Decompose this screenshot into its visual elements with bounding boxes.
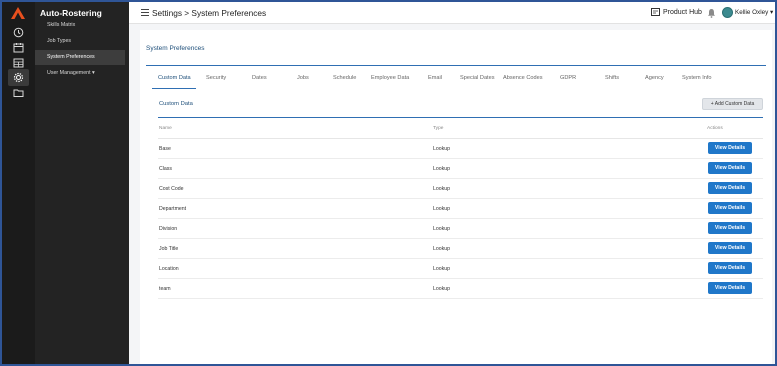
row-type: Lookup [433, 146, 451, 152]
row-name: Division [159, 226, 178, 232]
view-details-button[interactable]: View Details [708, 142, 752, 154]
tab-schedule[interactable]: Schedule [333, 75, 356, 81]
title-divider [146, 65, 766, 66]
tab-absence-codes[interactable]: Absence Codes [503, 75, 543, 81]
row-name: Department [159, 206, 187, 212]
column-header-name: Name [159, 126, 172, 131]
avatar[interactable] [722, 7, 733, 18]
preferences-card: System Preferences Custom Data Security … [140, 30, 772, 364]
table-row: team Lookup View Details [158, 279, 763, 299]
row-name: Job Title [159, 246, 179, 252]
calendar-grid-icon[interactable] [13, 57, 24, 68]
tab-security[interactable]: Security [206, 75, 226, 81]
row-type: Lookup [433, 286, 451, 292]
tab-special-dates[interactable]: Special Dates [460, 75, 495, 81]
table-row: Location Lookup View Details [158, 259, 763, 279]
chevron-down-icon: ▾ [770, 9, 774, 16]
folder-icon[interactable] [13, 87, 24, 98]
row-type: Lookup [433, 206, 451, 212]
page-title: System Preferences [146, 45, 205, 52]
nav-item-system-preferences[interactable]: System Preferences [35, 50, 125, 65]
row-type: Lookup [433, 226, 451, 232]
active-tab-indicator [152, 88, 196, 89]
clock-icon[interactable] [13, 27, 24, 38]
panel-divider [158, 117, 763, 118]
product-hub-icon [651, 8, 660, 16]
table-row: Department Lookup View Details [158, 199, 763, 219]
view-details-button[interactable]: View Details [708, 182, 752, 194]
top-bar: Settings > System Preferences Product Hu… [129, 2, 775, 24]
table-row: Class Lookup View Details [158, 159, 763, 179]
row-type: Lookup [433, 166, 451, 172]
row-type: Lookup [433, 266, 451, 272]
view-details-button[interactable]: View Details [708, 262, 752, 274]
nav-item-skills-matrix[interactable]: Skills Matrix [35, 18, 125, 33]
app-title: Auto-Rostering [40, 8, 102, 18]
view-details-button[interactable]: View Details [708, 222, 752, 234]
gear-icon[interactable] [13, 72, 24, 83]
panel-title: Custom Data [159, 101, 193, 107]
tab-gdpr[interactable]: GDPR [560, 75, 576, 81]
tab-email[interactable]: Email [428, 75, 442, 81]
row-type: Lookup [433, 246, 451, 252]
nav-panel: Auto-Rostering Skills Matrix Job Types S… [35, 2, 129, 364]
nav-item-job-types[interactable]: Job Types [35, 34, 125, 49]
main-area: Settings > System Preferences Product Hu… [129, 2, 775, 364]
table-row: Job Title Lookup View Details [158, 239, 763, 259]
calendar-icon[interactable] [13, 42, 24, 53]
hamburger-menu-icon[interactable] [141, 9, 149, 16]
user-name: Kellie Oxley [735, 9, 769, 16]
tab-employee-data[interactable]: Employee Data [371, 75, 409, 81]
product-hub-label: Product Hub [663, 8, 702, 16]
row-name: team [159, 286, 171, 292]
tab-jobs[interactable]: Jobs [297, 75, 309, 81]
table-row: Division Lookup View Details [158, 219, 763, 239]
row-type: Lookup [433, 186, 451, 192]
tab-shifts[interactable]: Shifts [605, 75, 619, 81]
product-hub-link[interactable]: Product Hub [651, 8, 702, 16]
row-name: Base [159, 146, 171, 152]
view-details-button[interactable]: View Details [708, 162, 752, 174]
icon-rail [2, 2, 35, 364]
view-details-button[interactable]: View Details [708, 282, 752, 294]
nav-item-user-management[interactable]: User Management ▾ [35, 66, 125, 81]
app-window: Auto-Rostering Skills Matrix Job Types S… [0, 0, 777, 366]
column-header-actions: Actions [707, 126, 723, 131]
row-name: Location [159, 266, 179, 272]
row-name: Class [159, 166, 172, 172]
view-details-button[interactable]: View Details [708, 202, 752, 214]
tab-system-info[interactable]: System Info [682, 75, 712, 81]
view-details-button[interactable]: View Details [708, 242, 752, 254]
tab-custom-data[interactable]: Custom Data [158, 75, 191, 81]
add-custom-data-button[interactable]: + Add Custom Data [702, 98, 763, 110]
tab-agency[interactable]: Agency [645, 75, 664, 81]
logo-icon[interactable] [11, 7, 25, 19]
column-header-type: Type [433, 126, 444, 131]
user-menu[interactable]: Kellie Oxley ▾ [735, 9, 773, 16]
tab-dates[interactable]: Dates [252, 75, 267, 81]
bell-icon[interactable] [707, 8, 716, 18]
row-name: Cost Code [159, 186, 184, 192]
breadcrumb: Settings > System Preferences [152, 8, 267, 18]
table-row: Cost Code Lookup View Details [158, 179, 763, 199]
table-row: Base Lookup View Details [158, 139, 763, 159]
